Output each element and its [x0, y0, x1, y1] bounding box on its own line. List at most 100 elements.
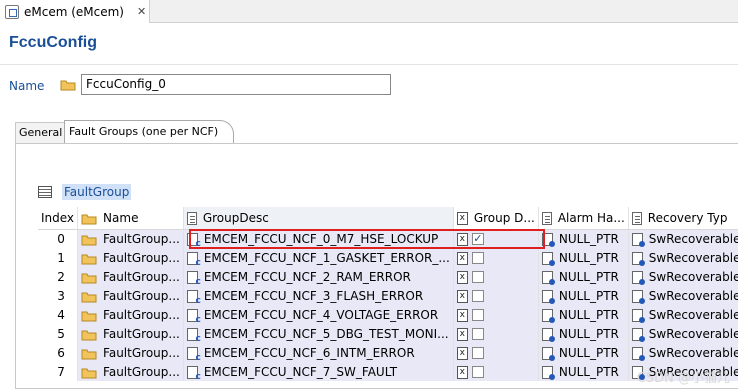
row-alarm[interactable]: NULL_PTR [538, 362, 629, 381]
row-groupdesc-text: EMCEM_FCCU_NCF_6_INTM_ERROR [203, 345, 415, 360]
row-recovery[interactable]: SwRecoverable [628, 229, 738, 248]
row-groupdesc-text: EMCEM_FCCU_NCF_7_SW_FAULT [203, 364, 398, 379]
row-group-d[interactable]: x [453, 362, 539, 381]
row-name[interactable]: FaultGroup... [77, 267, 184, 286]
folder-icon [81, 348, 97, 359]
row-recovery[interactable]: SwRecoverable [628, 267, 738, 286]
row-group-d[interactable]: x [453, 248, 539, 267]
table-icon [38, 186, 52, 198]
row-groupdesc-text: EMCEM_FCCU_NCF_5_DBG_TEST_MONI... [203, 326, 449, 341]
row-groupdesc[interactable]: EMCEM_FCCU_NCF_4_VOLTAGE_ERROR [183, 305, 454, 324]
name-input[interactable]: FccuConfig_0 [81, 74, 391, 95]
tab-fault-groups[interactable]: Fault Groups (one per NCF) [64, 120, 234, 144]
document-icon [186, 211, 197, 225]
col-groupdesc[interactable]: GroupDesc [183, 207, 454, 230]
row-recovery[interactable]: SwRecoverable [628, 286, 738, 305]
row-groupdesc[interactable]: EMCEM_FCCU_NCF_3_FLASH_ERROR [183, 286, 454, 305]
default-value-icon [541, 289, 555, 304]
default-value-icon [541, 251, 555, 266]
row-recovery[interactable]: SwRecoverable [628, 248, 738, 267]
group-d-checkbox[interactable] [471, 252, 484, 264]
divider [0, 64, 738, 65]
row-name[interactable]: FaultGroup... [77, 343, 184, 362]
row-groupdesc[interactable]: EMCEM_FCCU_NCF_1_GASKET_ERROR_... [183, 248, 454, 267]
col-recovery[interactable]: Recovery Typ [628, 207, 738, 230]
row-name-text: FaultGroup... [103, 307, 180, 322]
group-d-checkbox[interactable] [471, 347, 484, 359]
row-group-d[interactable]: x [453, 305, 539, 324]
row-index: 4 [38, 305, 79, 324]
group-d-checkbox[interactable] [471, 366, 484, 378]
row-name[interactable]: FaultGroup... [77, 229, 184, 248]
row-name-text: FaultGroup... [103, 231, 180, 246]
col-group-d-label: Group D... [473, 210, 535, 225]
row-recovery[interactable]: SwRecoverable [628, 343, 738, 362]
row-group-d[interactable]: x [453, 286, 539, 305]
editor-tab-bar: eMcem (eMcem) ✕ [0, 0, 738, 23]
table-row[interactable]: 1 FaultGroup... EMCEM_FCCU_NCF_1_GASKET_ER… [38, 248, 738, 267]
tab-general[interactable]: General [15, 122, 65, 144]
row-alarm[interactable]: NULL_PTR [538, 305, 629, 324]
row-alarm[interactable]: NULL_PTR [538, 286, 629, 305]
group-d-checkbox[interactable] [471, 271, 484, 283]
default-value-icon [631, 346, 645, 361]
group-d-checkbox[interactable] [471, 290, 484, 302]
row-index: 0 [38, 229, 79, 248]
row-recovery[interactable]: SwRecoverable [628, 305, 738, 324]
row-alarm-text: NULL_PTR [558, 269, 619, 284]
row-name[interactable]: FaultGroup... [77, 305, 184, 324]
reference-icon [186, 327, 201, 343]
table-header-row: Index Name GroupDesc x Group D... Alarm H… [38, 207, 738, 230]
checkbox-type-icon: x [456, 327, 468, 341]
col-alarm[interactable]: Alarm Ha... [538, 207, 629, 230]
table-row[interactable]: 4 FaultGroup... EMCEM_FCCU_NCF_4_VOLTAGE_E… [38, 305, 738, 324]
row-name[interactable]: FaultGroup... [77, 324, 184, 343]
checkbox-type-icon: x [456, 270, 468, 284]
row-alarm[interactable]: NULL_PTR [538, 343, 629, 362]
reference-icon [186, 270, 201, 286]
table-row[interactable]: 5 FaultGroup... EMCEM_FCCU_NCF_5_DBG_TEST_… [38, 324, 738, 343]
col-index[interactable]: Index [38, 207, 79, 230]
default-value-icon [631, 251, 645, 266]
name-label: Name [9, 79, 45, 93]
row-alarm[interactable]: NULL_PTR [538, 267, 629, 286]
row-alarm[interactable]: NULL_PTR [538, 229, 629, 248]
row-index: 5 [38, 324, 79, 343]
col-recovery-label: Recovery Typ [647, 210, 728, 225]
close-icon[interactable]: ✕ [137, 5, 146, 18]
row-group-d[interactable]: x [453, 343, 539, 362]
row-groupdesc[interactable]: EMCEM_FCCU_NCF_6_INTM_ERROR [183, 343, 454, 362]
table-row[interactable]: 6 FaultGroup... EMCEM_FCCU_NCF_6_INTM_ERRO… [38, 343, 738, 362]
group-d-checkbox[interactable] [471, 328, 484, 340]
row-groupdesc-text: EMCEM_FCCU_NCF_2_RAM_ERROR [203, 269, 411, 284]
table-row[interactable]: 7 FaultGroup... EMCEM_FCCU_NCF_7_SW_FAULT x… [38, 362, 738, 381]
row-index: 7 [38, 362, 79, 381]
row-groupdesc[interactable]: EMCEM_FCCU_NCF_2_RAM_ERROR [183, 267, 454, 286]
row-groupdesc[interactable]: EMCEM_FCCU_NCF_7_SW_FAULT [183, 362, 454, 381]
table-row[interactable]: 3 FaultGroup... EMCEM_FCCU_NCF_3_FLASH_ERR… [38, 286, 738, 305]
highlight-box [189, 229, 545, 249]
row-group-d[interactable]: x [453, 324, 539, 343]
col-group-d[interactable]: x Group D... [453, 207, 539, 230]
col-name-label: Name [103, 210, 139, 225]
row-alarm[interactable]: NULL_PTR [538, 324, 629, 343]
row-name[interactable]: FaultGroup... [77, 286, 184, 305]
row-group-d[interactable]: x [453, 267, 539, 286]
row-name[interactable]: FaultGroup... [77, 248, 184, 267]
row-name[interactable]: FaultGroup... [77, 362, 184, 381]
row-alarm[interactable]: NULL_PTR [538, 248, 629, 267]
row-groupdesc[interactable]: EMCEM_FCCU_NCF_5_DBG_TEST_MONI... [183, 324, 454, 343]
section-header: FaultGroup [38, 184, 132, 200]
folder-icon [81, 329, 97, 340]
document-icon [541, 211, 552, 225]
row-recovery[interactable]: SwRecoverable [628, 324, 738, 343]
editor-tab[interactable]: eMcem (eMcem) ✕ [0, 0, 150, 23]
default-value-icon [541, 365, 555, 380]
default-value-icon [541, 346, 555, 361]
group-d-checkbox[interactable] [471, 309, 484, 321]
default-value-icon [631, 270, 645, 285]
checkbox-type-icon: x [456, 251, 468, 265]
table-row[interactable]: 2 FaultGroup... EMCEM_FCCU_NCF_2_RAM_ERROR… [38, 267, 738, 286]
sub-tab-bar: General Fault Groups (one per NCF) [15, 120, 738, 144]
col-name[interactable]: Name [77, 207, 184, 230]
